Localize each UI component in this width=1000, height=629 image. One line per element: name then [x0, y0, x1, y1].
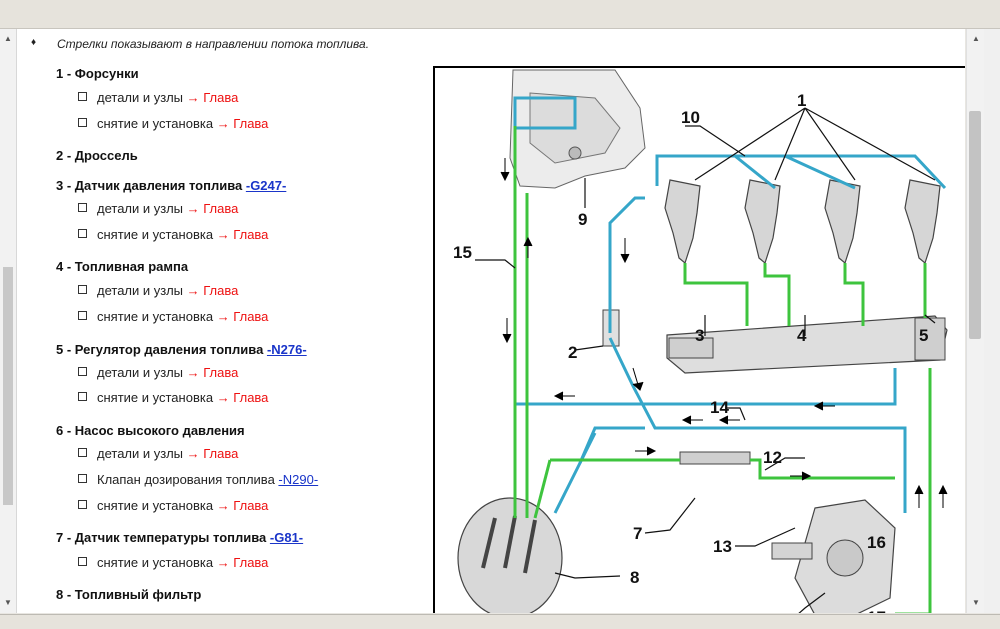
chapter-link[interactable]: → Глава — [217, 309, 269, 324]
item-1-title: 1 - Форсунки — [56, 66, 139, 81]
fuel-filter — [457, 497, 563, 613]
label-2: 2 — [568, 343, 577, 362]
checkbox-icon — [78, 392, 87, 401]
chapter-link[interactable]: → Глава — [217, 555, 269, 570]
item-5-sub-parts: детали и узлы → Глава — [78, 365, 238, 380]
checkbox-icon — [78, 367, 87, 376]
scroll-up-icon[interactable]: ▲ — [972, 34, 980, 43]
label-14: 14 — [710, 398, 729, 417]
item-3-title: 3 - Датчик давления топлива -G247- — [56, 178, 287, 193]
g81-link[interactable]: -G81- — [270, 530, 303, 545]
scroll-down-icon[interactable]: ▼ — [972, 598, 980, 607]
item-2-title: 2 - Дроссель — [56, 148, 138, 163]
temperature-sensor — [679, 451, 751, 465]
label-4: 4 — [797, 326, 807, 345]
label-17: 17 — [867, 608, 886, 613]
window-toolbar — [0, 0, 1000, 29]
item-1-sub-parts: детали и узлы → Глава — [78, 90, 238, 105]
injectors — [664, 179, 941, 265]
right-panel-edge — [984, 29, 1000, 613]
label-1: 1 — [797, 91, 806, 110]
chapter-link[interactable]: → Глава — [187, 365, 239, 380]
scroll-up-icon[interactable]: ▲ — [4, 34, 12, 43]
item-6-sub-parts: детали и узлы → Глава — [78, 446, 238, 461]
checkbox-icon — [78, 92, 87, 101]
label-3: 3 — [695, 326, 704, 345]
checkbox-icon — [78, 229, 87, 238]
note-text: Стрелки показывают в направлении потока … — [57, 37, 370, 51]
item-6-title: 6 - Насос высокого давления — [56, 423, 245, 438]
item-8-title: 8 - Топливный фильтр — [56, 587, 202, 602]
chapter-link[interactable]: → Глава — [187, 446, 239, 461]
item-4-sub-parts: детали и узлы → Глава — [78, 283, 238, 298]
item-1-sub-removal: снятие и установка → Глава — [78, 116, 268, 131]
item-4-sub-removal: снятие и установка → Глава — [78, 309, 268, 324]
left-pane-scrollbar[interactable]: ▲ ▼ — [0, 29, 17, 613]
label-7: 7 — [633, 524, 642, 543]
checkbox-icon — [78, 203, 87, 212]
diagram-svg: 1 2 3 4 5 6 7 8 9 10 12 13 14 15 16 17 — [453, 69, 948, 613]
label-9: 9 — [578, 210, 587, 229]
vertical-scrollbar[interactable]: ▲ ▼ — [966, 29, 984, 613]
chapter-link[interactable]: → Глава — [217, 390, 269, 405]
chapter-link[interactable]: → Глава — [217, 227, 269, 242]
document-content: ♦ Стрелки показывают в направлении поток… — [17, 29, 965, 613]
label-13: 13 — [713, 537, 732, 556]
checkbox-icon — [78, 557, 87, 566]
fuel-system-diagram: 1 2 3 4 5 6 7 8 9 10 12 13 14 15 16 17 — [433, 66, 965, 613]
checkbox-icon — [78, 311, 87, 320]
checkbox-icon — [78, 500, 87, 509]
item-4-title: 4 - Топливная рампа — [56, 259, 189, 274]
scroll-down-icon[interactable]: ▼ — [4, 598, 12, 607]
scroll-thumb[interactable] — [969, 111, 981, 339]
item-7-sub-removal: снятие и установка → Глава — [78, 555, 268, 570]
label-16: 16 — [867, 533, 886, 552]
label-8: 8 — [630, 568, 639, 587]
item-5-title: 5 - Регулятор давления топлива -N276- — [56, 342, 307, 357]
item-6-sub-removal: снятие и установка → Глава — [78, 498, 268, 513]
item-5-sub-removal: снятие и установка → Глава — [78, 390, 268, 405]
checkbox-icon — [78, 118, 87, 127]
status-bar — [0, 614, 1000, 629]
item-3-sub-parts: детали и узлы → Глава — [78, 201, 238, 216]
n290-link[interactable]: -N290- — [278, 472, 318, 487]
label-5: 5 — [919, 326, 928, 345]
chapter-link[interactable]: → Глава — [187, 283, 239, 298]
checkbox-icon — [78, 448, 87, 457]
chapter-link[interactable]: → Глава — [217, 116, 269, 131]
g247-link[interactable]: -G247- — [246, 178, 286, 193]
pressure-sensor-part — [668, 337, 714, 359]
item-6-sub-valve: Клапан дозирования топлива -N290- — [78, 472, 318, 487]
label-10: 10 — [681, 108, 700, 127]
chapter-link[interactable]: → Глава — [217, 498, 269, 513]
left-scroll-thumb[interactable] — [3, 267, 13, 505]
checkbox-icon — [78, 474, 87, 483]
item-3-sub-removal: снятие и установка → Глава — [78, 227, 268, 242]
chapter-link[interactable]: → Глава — [187, 90, 239, 105]
throttle-part — [568, 146, 582, 160]
checkbox-icon — [78, 285, 87, 294]
label-15: 15 — [453, 243, 472, 262]
label-12: 12 — [763, 448, 782, 467]
chapter-link[interactable]: → Глава — [187, 201, 239, 216]
n276-link[interactable]: -N276- — [267, 342, 307, 357]
item-7-title: 7 - Датчик температуры топлива -G81- — [56, 530, 304, 545]
bullet-diamond-icon: ♦ — [31, 37, 37, 48]
